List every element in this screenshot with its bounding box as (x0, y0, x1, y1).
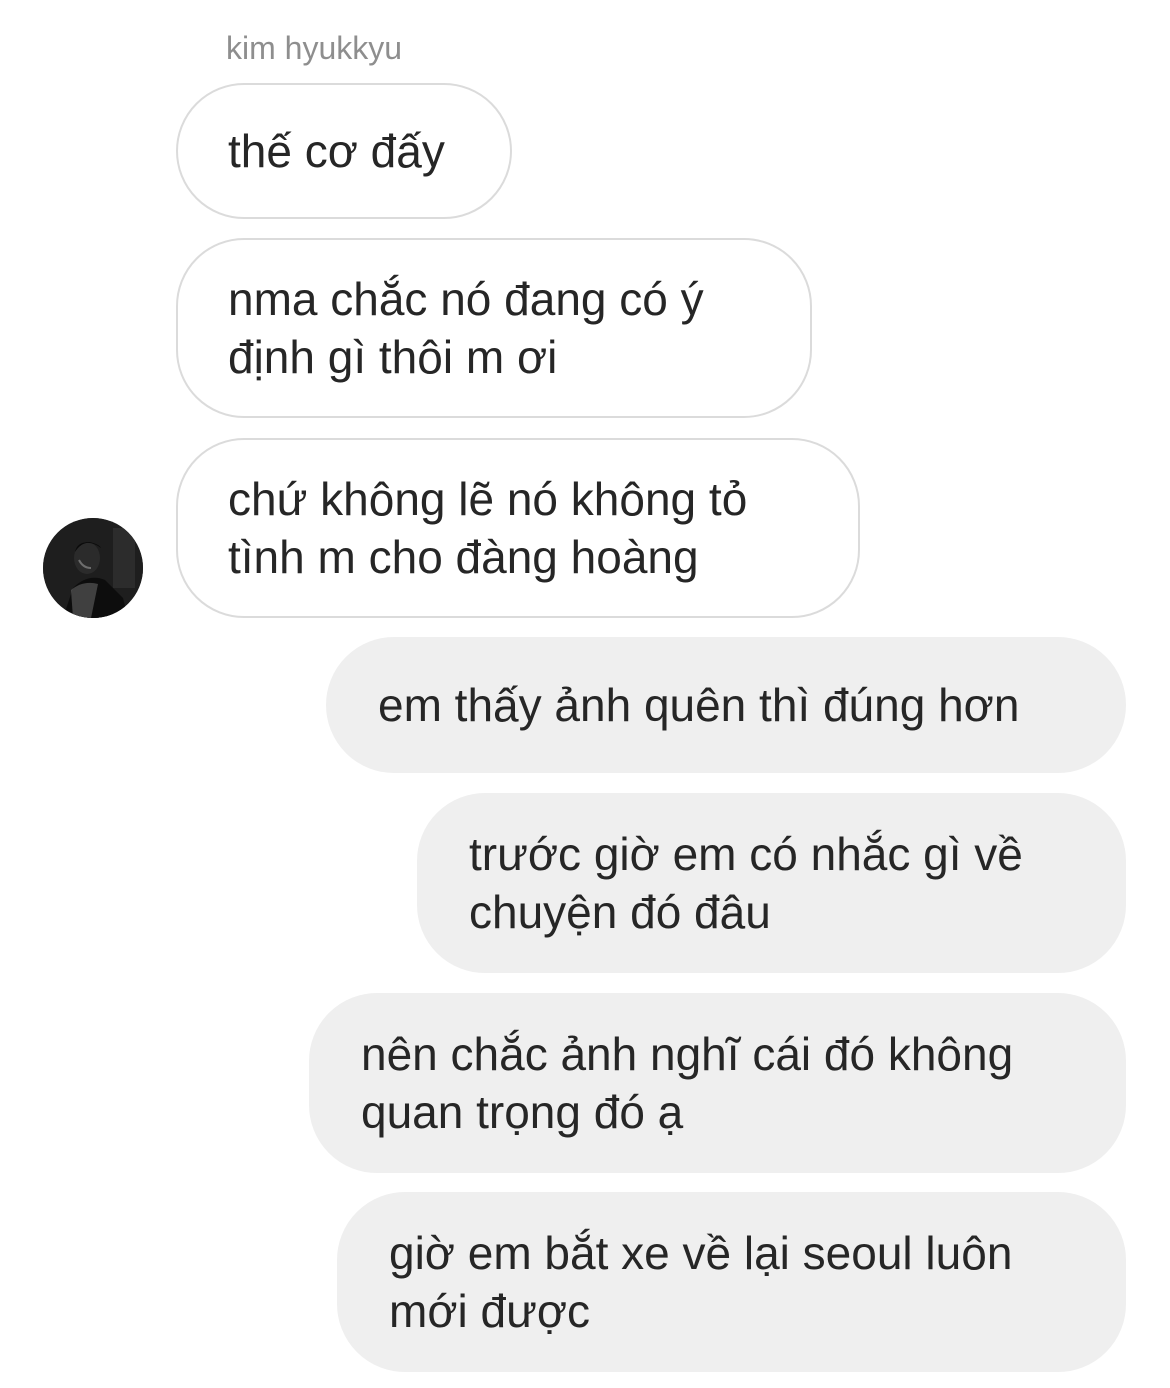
sender-avatar[interactable] (43, 518, 143, 618)
message-bubble-sent[interactable]: em thấy ảnh quên thì đúng hơn (326, 637, 1126, 773)
message-bubble-sent[interactable]: trước giờ em có nhắc gì về chuyện đó đâu (417, 793, 1126, 973)
profile-photo-icon (43, 518, 143, 618)
message-bubble-received[interactable]: chứ không lẽ nó không tỏ tình m cho đàng… (176, 438, 860, 618)
message-bubble-received[interactable]: thế cơ đấy (176, 83, 512, 219)
sender-name: kim hyukkyu (226, 30, 403, 66)
message-bubble-received[interactable]: nma chắc nó đang có ý định gì thôi m ơi (176, 238, 812, 418)
message-bubble-sent[interactable]: giờ em bắt xe về lại seoul luôn mới được (337, 1192, 1126, 1372)
message-bubble-sent[interactable]: nên chắc ảnh nghĩ cái đó không quan trọn… (309, 993, 1126, 1173)
